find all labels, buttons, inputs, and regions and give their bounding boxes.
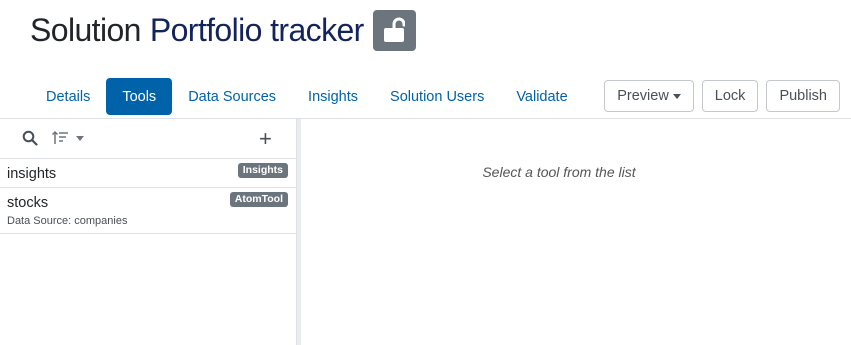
add-tool-button[interactable]: + [259,128,272,150]
list-item[interactable]: insights Insights [0,159,296,188]
tab-validate[interactable]: Validate [500,78,583,115]
preview-label: Preview [617,88,669,104]
tool-type-badge: Insights [237,163,288,178]
list-item[interactable]: stocks AtomTool Data Source: companies [0,188,296,234]
caret-down-icon [672,93,681,99]
lock-button[interactable]: Lock [701,80,759,112]
action-buttons: Preview Lock Publish [604,80,840,112]
caret-down-icon [76,135,84,141]
sort-icon [52,130,68,144]
tool-detail-panel: Select a tool from the list [301,119,851,345]
tool-name: stocks [7,195,49,211]
tab-insights[interactable]: Insights [292,78,374,115]
page-title-prefix: Solution [30,11,141,48]
empty-state-message: Select a tool from the list [482,164,636,180]
tool-list-toolbar: + [0,119,296,159]
search-button[interactable] [22,130,38,151]
tab-details[interactable]: Details [30,78,106,115]
tab-tools[interactable]: Tools [106,78,173,115]
sort-dropdown-button[interactable] [52,130,84,146]
tab-data-sources[interactable]: Data Sources [172,78,292,115]
unlock-icon [384,17,406,42]
tab-bar: Details Tools Data Sources Insights Solu… [30,78,584,115]
tool-name: insights [7,166,57,182]
tool-data-source: Data Source: companies [7,215,128,227]
tool-list-panel: + insights Insights stocks AtomTool Data… [0,119,296,345]
preview-dropdown-button[interactable]: Preview [604,80,694,112]
unlock-toggle-button[interactable] [372,9,416,51]
page-title: Portfolio tracker [149,11,364,48]
search-icon [22,130,38,146]
page-header: Solution Portfolio tracker [30,8,416,52]
tab-solution-users[interactable]: Solution Users [374,78,500,115]
publish-button[interactable]: Publish [766,80,840,112]
tool-type-badge: AtomTool [229,192,288,207]
